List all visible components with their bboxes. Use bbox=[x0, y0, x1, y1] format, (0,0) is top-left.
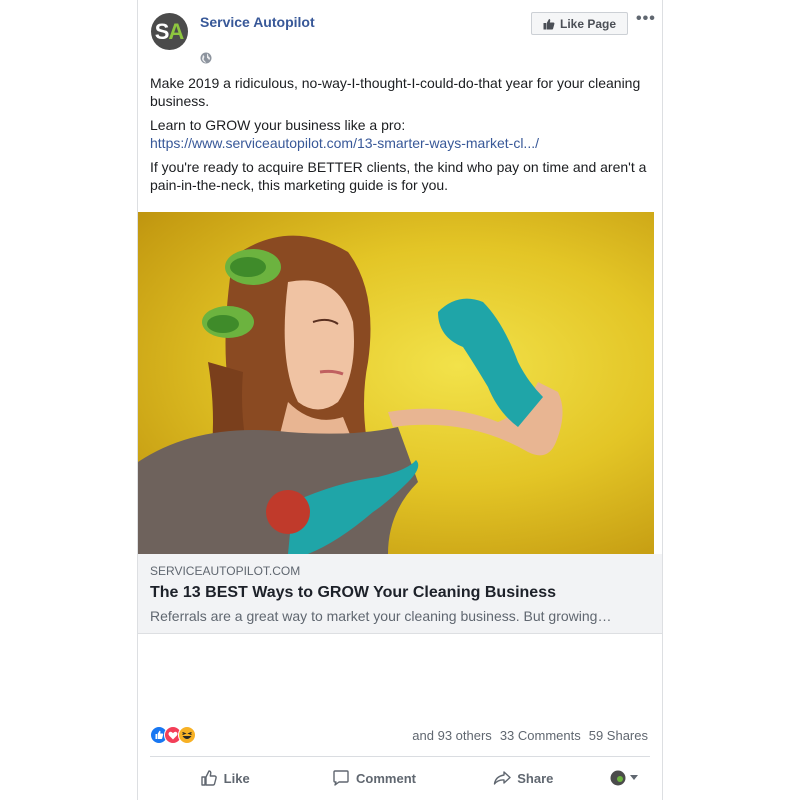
link-description: Referrals are a great way to market your… bbox=[150, 608, 612, 624]
share-label: Share bbox=[517, 770, 554, 786]
action-divider bbox=[150, 756, 650, 757]
post-image[interactable] bbox=[138, 212, 654, 554]
like-label: Like bbox=[223, 770, 250, 786]
post-link[interactable]: https://www.serviceautopilot.com/13-smar… bbox=[150, 135, 539, 151]
page-avatar-small-icon bbox=[610, 770, 626, 786]
thumbs-up-icon bbox=[543, 18, 555, 29]
like-page-button[interactable]: Like Page bbox=[531, 12, 628, 35]
link-headline: The 13 BEST Ways to GROW Your Cleaning B… bbox=[150, 584, 556, 601]
link-preview[interactable]: SERVICEAUTOPILOT.COM The 13 BEST Ways to… bbox=[138, 554, 662, 634]
shares-count[interactable]: 59 Shares bbox=[589, 728, 648, 743]
share-button[interactable]: Share bbox=[449, 769, 598, 787]
avatar-letter-s: S bbox=[154, 18, 170, 44]
page-name-link[interactable]: Service Autopilot bbox=[200, 14, 315, 30]
share-arrow-icon bbox=[494, 771, 511, 785]
more-options-button[interactable]: ••• bbox=[636, 10, 656, 28]
engagement-counts: and 93 others 33 Comments 59 Shares bbox=[412, 728, 648, 743]
comment-button[interactable]: Comment bbox=[299, 769, 448, 787]
page-avatar[interactable]: SA bbox=[151, 13, 188, 50]
like-page-label: Like Page bbox=[559, 16, 617, 31]
comment-icon bbox=[333, 770, 349, 786]
reaction-icons[interactable] bbox=[150, 726, 200, 744]
caret-down-icon bbox=[629, 775, 638, 780]
audience-selector[interactable] bbox=[598, 770, 650, 786]
post-text: Make 2019 a ridiculous, no-way-I-thought… bbox=[150, 74, 650, 200]
link-domain: SERVICEAUTOPILOT.COM bbox=[150, 564, 301, 578]
post-card: SA Service Autopilot Like Page ••• Make … bbox=[137, 0, 663, 800]
action-bar: Like Comment Share bbox=[150, 762, 650, 794]
reaction-others-count[interactable]: and 93 others bbox=[412, 728, 492, 743]
comment-label: Comment bbox=[356, 770, 416, 786]
globe-icon[interactable] bbox=[200, 52, 212, 64]
photo-illustration bbox=[138, 235, 563, 554]
post-paragraph: Make 2019 a ridiculous, no-way-I-thought… bbox=[150, 75, 641, 109]
comments-count[interactable]: 33 Comments bbox=[500, 728, 581, 743]
like-button[interactable]: Like bbox=[150, 769, 299, 787]
post-paragraph: Learn to GROW your business like a pro: … bbox=[150, 116, 650, 152]
post-paragraph: If you're ready to acquire BETTER client… bbox=[150, 159, 647, 193]
avatar-letter-a: A bbox=[168, 18, 185, 44]
thumbs-up-icon bbox=[200, 770, 217, 786]
post-paragraph-text: Learn to GROW your business like a pro: bbox=[150, 117, 406, 133]
haha-reaction-icon bbox=[178, 726, 196, 744]
